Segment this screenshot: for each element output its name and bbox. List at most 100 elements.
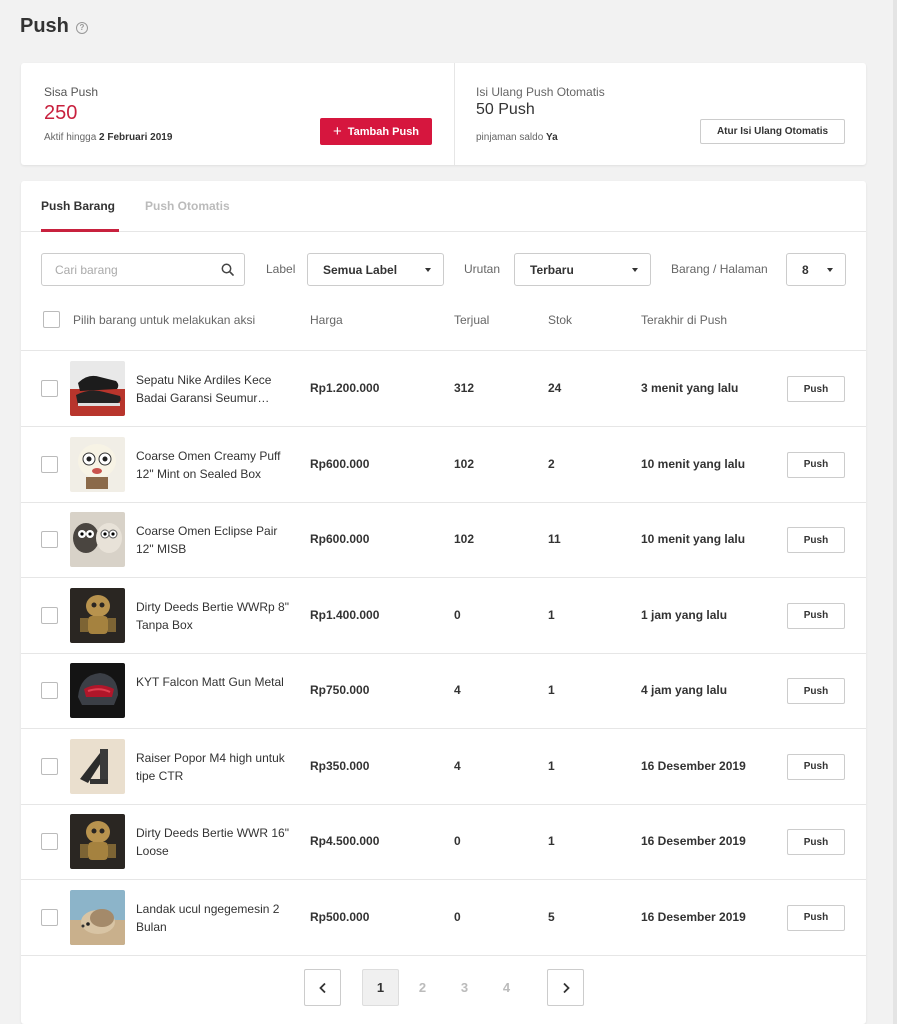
per-page-select-value: 8: [802, 262, 809, 277]
push-button[interactable]: Push: [787, 527, 845, 553]
product-last-push: 10 menit yang lalu: [641, 532, 746, 546]
search-icon[interactable]: [221, 263, 234, 276]
product-last-push: 16 Desember 2019: [641, 909, 746, 924]
tab-push-barang[interactable]: Push Barang: [41, 199, 115, 213]
product-name[interactable]: Coarse Omen Eclipse Pair 12" MISB: [136, 522, 291, 558]
sort-select[interactable]: Terbaru: [514, 253, 651, 286]
table-header: Pilih barang untuk melakukan aksi Harga …: [21, 289, 866, 351]
push-button[interactable]: Push: [787, 829, 845, 855]
product-sold-count: 102: [454, 532, 475, 546]
product-stock: 2: [548, 456, 555, 471]
product-sold-count: 312: [454, 381, 475, 395]
product-thumbnail[interactable]: [70, 587, 125, 643]
product-name[interactable]: Sepatu Nike Ardiles Kece Badai Garansi S…: [136, 371, 291, 407]
table-row: KYT Falcon Matt Gun Metal Rp750.000 4 1 4 ja…: [21, 653, 866, 729]
label-select-value: Semua Label: [323, 262, 398, 277]
balance-loan-prefix: pinjaman saldo: [476, 132, 544, 143]
product-last-push: 1 jam yang lalu: [641, 607, 728, 622]
row-checkbox[interactable]: [41, 380, 58, 397]
row-checkbox[interactable]: [41, 908, 58, 926]
product-thumbnail[interactable]: [70, 361, 125, 416]
label-select[interactable]: Semua Label: [307, 253, 444, 286]
row-checkbox[interactable]: [41, 682, 58, 699]
chevron-down-icon: [632, 268, 638, 272]
row-checkbox[interactable]: [41, 455, 58, 473]
page-number-1[interactable]: 1: [362, 969, 399, 1006]
product-name[interactable]: Raiser Popor M4 high untuk tipe CTR: [136, 749, 291, 785]
product-sold-count: 0: [454, 607, 461, 622]
sort-select-value: Terbaru: [530, 262, 574, 277]
table-row: Dirty Deeds Bertie WWR 16" Loose Rp4.500.…: [21, 804, 866, 880]
product-thumbnail[interactable]: [70, 512, 125, 567]
auto-refill-label: Isi Ulang Push Otomatis: [476, 85, 605, 99]
active-until-text: Aktif hingga 2 Februari 2019: [44, 132, 172, 143]
product-name[interactable]: Dirty Deeds Bertie WWR 16" Loose: [136, 824, 291, 860]
product-name[interactable]: Dirty Deeds Bertie WWRp 8" Tanpa Box: [136, 598, 291, 634]
product-thumbnail[interactable]: [70, 814, 125, 869]
product-last-push: 10 menit yang lalu: [641, 456, 746, 471]
table-row: Coarse Omen Creamy Puff 12" Mint on Seal…: [21, 427, 866, 503]
product-thumbnail[interactable]: [70, 436, 125, 492]
product-price: Rp4.500.000: [310, 834, 380, 848]
select-all-checkbox[interactable]: [43, 311, 60, 328]
next-page-button[interactable]: [547, 969, 584, 1006]
product-stock: 11: [548, 532, 561, 546]
push-button[interactable]: Push: [787, 753, 845, 780]
product-price: Rp750.000: [310, 683, 370, 697]
prev-page-button[interactable]: [304, 969, 341, 1006]
product-price: Rp500.000: [310, 909, 370, 924]
tab-push-otomatis[interactable]: Push Otomatis: [145, 199, 230, 213]
product-thumbnail[interactable]: [70, 663, 125, 718]
page-number-4[interactable]: 4: [488, 969, 525, 1006]
row-checkbox[interactable]: [41, 606, 58, 624]
push-button[interactable]: Push: [787, 376, 845, 402]
push-button[interactable]: Push: [787, 904, 845, 931]
product-stock: 24: [548, 381, 562, 395]
column-header-last-push: Terakhir di Push: [641, 313, 728, 327]
per-page-select[interactable]: 8: [786, 253, 846, 286]
product-thumbnail[interactable]: [70, 889, 125, 945]
product-last-push: 4 jam yang lalu: [641, 683, 728, 697]
page-number-3[interactable]: 3: [446, 969, 483, 1006]
table-row: Landak ucul ngegemesin 2 Bulan Rp500.000 0…: [21, 880, 866, 956]
set-auto-refill-button[interactable]: Atur Isi Ulang Otomatis: [700, 119, 845, 144]
product-name[interactable]: Coarse Omen Creamy Puff 12" Mint on Seal…: [136, 447, 291, 483]
pagination: 1 2 3 4: [21, 969, 866, 1006]
product-name[interactable]: Landak ucul ngegemesin 2 Bulan: [136, 900, 291, 936]
product-stock: 1: [548, 834, 555, 848]
column-header-sold: Terjual: [454, 313, 490, 327]
label-filter-caption: Label: [266, 262, 296, 276]
add-push-button-label: Tambah Push: [347, 125, 420, 138]
page-number-2[interactable]: 2: [404, 969, 441, 1006]
chevron-left-icon: [318, 982, 326, 993]
auto-refill-panel: Isi Ulang Push Otomatis 50 Push pinjaman…: [455, 63, 866, 165]
per-page-caption: Barang / Halaman: [671, 262, 768, 276]
product-sold-count: 4: [454, 758, 461, 773]
active-until-prefix: Aktif hingga: [44, 132, 97, 143]
row-checkbox[interactable]: [41, 531, 58, 548]
question-circle-icon[interactable]: ?: [75, 21, 88, 34]
push-button[interactable]: Push: [787, 451, 845, 478]
product-last-push: 3 menit yang lalu: [641, 381, 739, 395]
product-price: Rp1.400.000: [310, 607, 380, 622]
remaining-push-value: 250: [44, 102, 78, 124]
table-row: Sepatu Nike Ardiles Kece Badai Garansi S…: [21, 351, 866, 427]
plus-icon: +: [332, 123, 342, 140]
filter-bar: Label Semua Label Urutan Terbaru Barang …: [21, 253, 866, 286]
search-input[interactable]: [42, 254, 212, 285]
remaining-push-panel: Sisa Push 250 Aktif hingga 2 Februari 20…: [21, 63, 455, 165]
product-name[interactable]: KYT Falcon Matt Gun Metal: [136, 673, 291, 691]
row-checkbox[interactable]: [41, 757, 58, 775]
tab-bar: Push Barang Push Otomatis: [21, 181, 866, 232]
product-thumbnail[interactable]: [70, 738, 125, 794]
add-push-button[interactable]: + Tambah Push: [320, 118, 432, 145]
product-sold-count: 4: [454, 683, 461, 697]
push-button[interactable]: Push: [787, 678, 845, 704]
push-button[interactable]: Push: [787, 602, 845, 629]
product-price: Rp1.200.000: [310, 381, 380, 395]
page-header: Push ?: [20, 12, 88, 40]
auto-refill-value: 50 Push: [476, 101, 535, 118]
select-all-label: Pilih barang untuk melakukan aksi: [73, 313, 256, 327]
active-tab-indicator: [41, 229, 119, 232]
row-checkbox[interactable]: [41, 833, 58, 850]
